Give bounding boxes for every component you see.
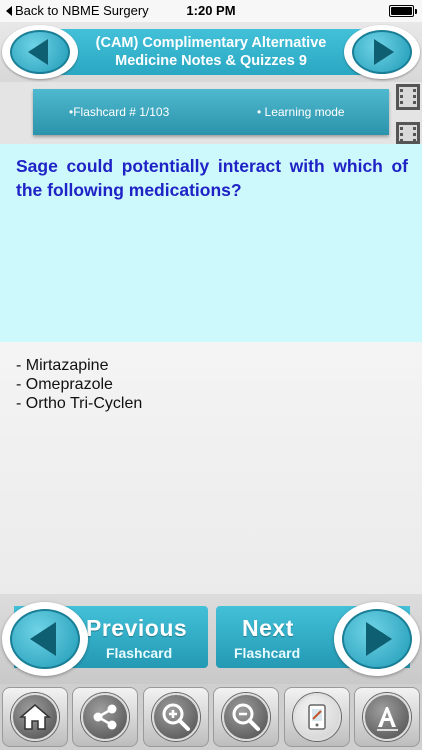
battery-icon [389, 5, 417, 17]
header-back-button[interactable] [2, 25, 78, 79]
film-strip-icon[interactable] [392, 84, 422, 145]
answer-line: - Ortho Tri-Cyclen [16, 395, 143, 412]
zoom-in-icon [162, 703, 190, 731]
question-text: Sage could potentially interact with whi… [16, 156, 408, 200]
zoom-out-icon [232, 703, 261, 731]
arrow-left-icon [30, 622, 56, 656]
home-button[interactable] [2, 687, 68, 747]
answer-panel: - Mirtazapine - Omeprazole - Ortho Tri-C… [0, 342, 422, 594]
zoom-out-button[interactable] [213, 687, 280, 747]
header-forward-button[interactable] [344, 25, 420, 79]
zoom-in-button[interactable] [142, 687, 209, 747]
notes-icon [307, 704, 326, 730]
flashcard-counter: •Flashcard # 1/103 [69, 105, 170, 119]
next-subtitle: Flashcard [234, 645, 301, 661]
arrow-right-icon [374, 39, 394, 65]
next-arrow-button[interactable] [334, 602, 420, 676]
arrow-left-icon [28, 39, 48, 65]
page-title-line2: Medicine Notes & Quizzes 9 [115, 53, 307, 69]
arrow-right-icon [366, 622, 392, 656]
answer-line: - Mirtazapine [16, 357, 109, 374]
share-icon [93, 704, 117, 730]
page-title-line1: (CAM) Complimentary Alternative [95, 35, 327, 51]
font-icon [376, 707, 398, 731]
mode-indicator: • Learning mode [257, 105, 345, 119]
font-size-button[interactable] [353, 687, 420, 747]
status-time: 1:20 PM [186, 3, 236, 18]
bottom-toolbar [0, 684, 422, 750]
previous-title: Previous [86, 615, 188, 641]
previous-subtitle: Flashcard [106, 645, 173, 661]
flashcard-navigation: Previous Flashcard Next Flashcard [0, 594, 422, 684]
page-title: (CAM) Complimentary Alternative Medicine… [44, 29, 378, 75]
question-panel: Sage could potentially interact with whi… [0, 144, 422, 342]
answer-line: - Omeprazole [16, 376, 113, 393]
flashcard-info-bar: •Flashcard # 1/103 • Learning mode [33, 89, 389, 135]
header: (CAM) Complimentary Alternative Medicine… [0, 22, 422, 82]
status-bar: Back to NBME Surgery 1:20 PM [0, 0, 422, 22]
share-button[interactable] [72, 687, 139, 747]
previous-arrow-button[interactable] [2, 602, 88, 676]
notes-button[interactable] [283, 687, 350, 747]
flashcard-info-area: •Flashcard # 1/103 • Learning mode [0, 82, 422, 145]
home-icon [19, 704, 51, 730]
next-title: Next [242, 615, 294, 641]
